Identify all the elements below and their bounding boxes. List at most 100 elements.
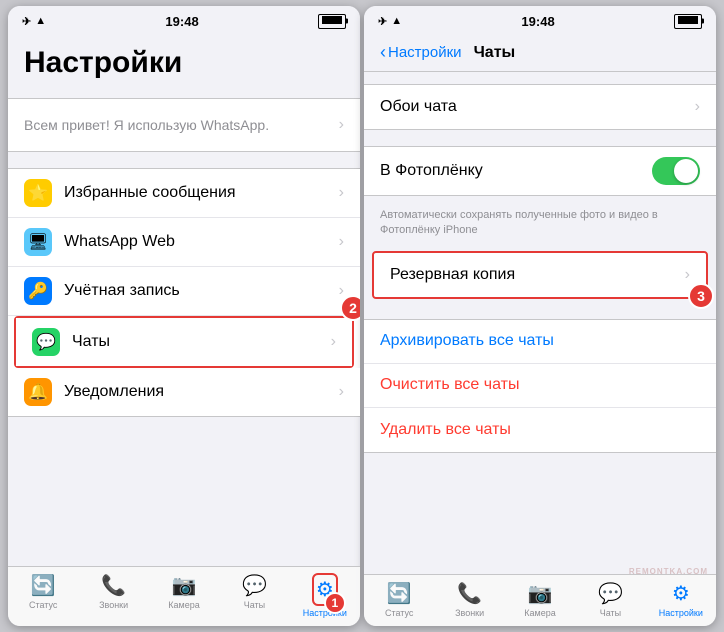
settings-menu: ⭐ Избранные сообщения › 🖥 WhatsApp Web ›… [8,168,360,417]
settings-item-whatsapp-web[interactable]: 🖥 WhatsApp Web › [8,218,360,267]
chats-icon-box: 💬 [32,328,60,356]
delete-all-label: Удалить все чаты [380,421,511,439]
phone-1: ✈ ▲ 19:48 Настройки Всем привет! Я испол… [8,6,360,626]
tab-calls-2[interactable]: 📞 Звонки [434,581,504,618]
section-wallpaper: Обои чата › [364,84,716,130]
chats-tab-label-1: Чаты [244,600,265,610]
favorites-chevron: › [339,184,344,202]
key-icon: 🔑 [28,281,48,301]
profile-item[interactable]: Всем привет! Я использую WhatsApp. › [8,98,360,152]
star-icon: ⭐ [28,183,48,203]
notifications-label: Уведомления [64,383,339,401]
settings-item-wallpaper[interactable]: Обои чата › [364,85,716,129]
backup-highlight-box: Резервная копия › [372,251,708,299]
bell-icon: 🔔 [28,382,48,402]
settings-item-chats-wrapper: 💬 Чаты › [14,316,354,368]
clear-all-label: Очистить все чаты [380,376,519,394]
account-label: Учётная запись [64,282,339,300]
settings-item-chats[interactable]: 💬 Чаты › [16,318,352,366]
battery-icon-2 [674,14,702,29]
step-3-circle: 3 [688,283,714,309]
tab-bar-2: 🔄 Статус 📞 Звонки 📷 Камера 💬 Чаты ⚙ Наст… [364,574,716,626]
page-title-1: Настройки [24,42,344,84]
wifi-icon: ▲ [35,15,46,27]
step-2-circle: 2 [340,295,360,321]
chats-tab-label-2: Чаты [600,608,621,618]
whatsapp-web-label: WhatsApp Web [64,233,339,251]
tab-settings-1[interactable]: ⚙ 1 Настройки [290,573,360,618]
status-bar-1: ✈ ▲ 19:48 [8,6,360,34]
airplane-icon-2: ✈ [378,15,387,28]
chats-tab-icon-1: 💬 [242,573,267,598]
phone-2: ✈ ▲ 19:48 ‹ Настройки Чаты Обои чата [364,6,716,626]
archive-all-label: Архивировать все чаты [380,332,554,350]
section-camera-roll: В Фотоплёнку [364,146,716,196]
profile-chevron: › [339,116,344,134]
camera-tab-icon-1: 📷 [172,573,197,598]
camera-tab-icon-2: 📷 [528,581,553,606]
chats-label: Чаты [72,333,331,351]
camera-roll-desc: Автоматически сохранять полученные фото … [364,204,716,247]
notifications-icon-box: 🔔 [24,378,52,406]
back-button-2[interactable]: ‹ Настройки [380,42,462,63]
favorites-icon-box: ⭐ [24,179,52,207]
tab-settings-2[interactable]: ⚙ Настройки [646,581,716,618]
whatsapp-web-icon-box: 🖥 [24,228,52,256]
wallpaper-label: Обои чата [380,98,695,116]
profile-text: Всем привет! Я использую WhatsApp. [24,117,339,133]
notifications-chevron: › [339,383,344,401]
time-1: 19:48 [165,14,198,29]
wallpaper-chevron: › [695,98,700,116]
account-chevron: › [339,282,344,300]
whatsapp-web-chevron: › [339,233,344,251]
monitor-icon: 🖥 [28,232,48,252]
camera-tab-label-1: Камера [168,600,199,610]
tab-camera-1[interactable]: 📷 Камера [149,573,219,618]
calls-tab-icon-2: 📞 [457,581,482,606]
settings-item-favorites[interactable]: ⭐ Избранные сообщения › [8,169,360,218]
settings-item-backup[interactable]: Резервная копия › [374,253,706,297]
section-backup-wrapper: Резервная копия › 3 [364,251,716,299]
back-label-2: Настройки [388,44,462,61]
account-icon-box: 🔑 [24,277,52,305]
status-tab-icon-1: 🔄 [31,573,56,598]
section-actions: Архивировать все чаты Очистить все чаты … [364,319,716,453]
tab-chats-1[interactable]: 💬 Чаты [219,573,289,618]
tab-status-2[interactable]: 🔄 Статус [364,581,434,618]
action-clear-all[interactable]: Очистить все чаты [364,364,716,408]
nav-header-2: ‹ Настройки Чаты [364,34,716,72]
battery-icon-1 [318,14,346,29]
backup-label: Резервная копия [390,266,685,284]
tab-chats-2[interactable]: 💬 Чаты [575,581,645,618]
action-delete-all[interactable]: Удалить все чаты [364,408,716,452]
wifi-icon-2: ▲ [391,15,402,27]
status-tab-icon-2: 🔄 [387,581,412,606]
calls-tab-label-1: Звонки [99,600,128,610]
time-2: 19:48 [521,14,554,29]
settings-item-camera-roll[interactable]: В Фотоплёнку [364,147,716,195]
tab-calls-1[interactable]: 📞 Звонки [78,573,148,618]
chats-chevron: › [331,333,336,351]
camera-roll-toggle[interactable] [652,157,700,185]
tab-status-1[interactable]: 🔄 Статус [8,573,78,618]
camera-tab-label-2: Камера [524,608,555,618]
calls-tab-label-2: Звонки [455,608,484,618]
status-bar-2: ✈ ▲ 19:48 [364,6,716,34]
chat-icon: 💬 [36,332,56,352]
chats-tab-icon-2: 💬 [598,581,623,606]
camera-roll-label: В Фотоплёнку [380,162,652,180]
tab-bar-1: 🔄 Статус 📞 Звонки 📷 Камера 💬 Чаты ⚙ 1 [8,566,360,626]
step-1-circle: 1 [324,592,346,614]
toggle-knob [674,159,698,183]
back-arrow-icon: ‹ [380,42,386,63]
page-header-1: Настройки [8,34,360,90]
tab-camera-2[interactable]: 📷 Камера [505,581,575,618]
settings-tab-label-2: Настройки [659,608,703,618]
settings-item-account[interactable]: 🔑 Учётная запись › 2 [8,267,360,316]
backup-chevron: › [685,266,690,284]
action-archive-all[interactable]: Архивировать все чаты [364,320,716,364]
status-tab-label-2: Статус [385,608,413,618]
status-tab-label-1: Статус [29,600,57,610]
airplane-icon: ✈ [22,15,31,28]
settings-item-notifications[interactable]: 🔔 Уведомления › [8,368,360,416]
